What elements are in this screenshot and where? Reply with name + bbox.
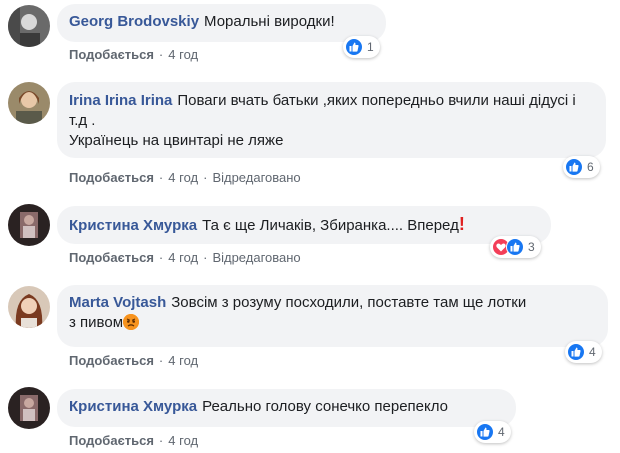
avatar[interactable] <box>8 286 50 328</box>
comment-bubble: Georg Brodovskiy Моральні виродки! <box>57 4 386 42</box>
comment-actions: Подобається · 4 год <box>69 353 198 368</box>
separator: · <box>203 250 208 265</box>
like-link[interactable]: Подобається <box>69 433 154 448</box>
separator: · <box>158 433 164 448</box>
comment-actions: Подобається · 4 год <box>69 433 198 448</box>
like-link[interactable]: Подобається <box>69 47 154 62</box>
comment-text-line2: з пивом <box>69 314 124 331</box>
comment-time[interactable]: 4 год <box>168 170 198 185</box>
like-reaction-icon <box>567 343 585 361</box>
comment-text: Моральні виродки! <box>204 13 335 30</box>
separator: · <box>203 170 208 185</box>
edited-label[interactable]: Відредаговано <box>212 250 300 265</box>
comment-text-line2: Українець на цвинтарі не ляже <box>69 132 284 149</box>
reaction-count: 4 <box>498 425 505 439</box>
avatar[interactable] <box>8 387 50 429</box>
comment-time[interactable]: 4 год <box>168 250 198 265</box>
comment-author[interactable]: Georg Brodovskiy <box>69 13 199 30</box>
like-link[interactable]: Подобається <box>69 170 154 185</box>
reaction-summary[interactable]: 4 <box>474 421 511 443</box>
comment-actions: Подобається · 4 год · Відредаговано <box>69 170 301 185</box>
reaction-summary[interactable]: 4 <box>565 341 602 363</box>
reaction-count: 4 <box>589 345 596 359</box>
comment-text: Зовсім з розуму посходили, поставте там … <box>171 294 527 311</box>
like-reaction-icon <box>565 158 583 176</box>
avatar[interactable] <box>8 5 50 47</box>
separator: · <box>158 250 164 265</box>
comment-bubble: Irina Irina Irina Поваги вчать батьки ,як… <box>57 82 606 158</box>
avatar[interactable] <box>8 82 50 124</box>
separator: · <box>158 353 164 368</box>
comment-author[interactable]: Кристина Хмурка <box>69 398 197 415</box>
comment-bubble: Кристина Хмурка Та є ще Личаків, Збиранка… <box>57 206 551 244</box>
like-reaction-icon <box>506 238 524 256</box>
reaction-summary[interactable]: 6 <box>563 156 600 178</box>
separator: · <box>158 47 164 62</box>
comment-actions: Подобається · 4 год · Відредаговано <box>69 250 301 265</box>
avatar[interactable] <box>8 204 50 246</box>
comment-time[interactable]: 4 год <box>168 47 198 62</box>
reaction-summary[interactable]: 3 <box>490 236 541 258</box>
reaction-count: 1 <box>367 40 374 54</box>
like-link[interactable]: Подобається <box>69 250 154 265</box>
comment-author[interactable]: Кристина Хмурка <box>69 217 197 234</box>
angry-face-emoji <box>123 314 140 330</box>
comment-text: Реально голову сонечко перепекло <box>202 398 449 415</box>
comment-actions: Подобається · 4 год <box>69 47 198 62</box>
comment-time[interactable]: 4 год <box>168 353 198 368</box>
reaction-count: 3 <box>528 240 535 254</box>
comment-text: Та є ще Личаків, Збиранка.... Вперед <box>202 217 459 234</box>
comment-author[interactable]: Marta Vojtash <box>69 294 166 311</box>
edited-label[interactable]: Відредаговано <box>212 170 300 185</box>
like-reaction-icon <box>476 423 494 441</box>
exclamation-emoji: ! <box>458 214 465 234</box>
like-reaction-icon <box>345 38 363 56</box>
like-link[interactable]: Подобається <box>69 353 154 368</box>
comment-time[interactable]: 4 год <box>168 433 198 448</box>
comment-bubble: Кристина Хмурка Реально голову сонечко пе… <box>57 389 516 427</box>
reaction-summary[interactable]: 1 <box>343 36 380 58</box>
reaction-count: 6 <box>587 160 594 174</box>
comment-author[interactable]: Irina Irina Irina <box>69 92 172 109</box>
comment-bubble: Marta Vojtash Зовсім з розуму посходили, … <box>57 285 608 347</box>
separator: · <box>158 170 164 185</box>
